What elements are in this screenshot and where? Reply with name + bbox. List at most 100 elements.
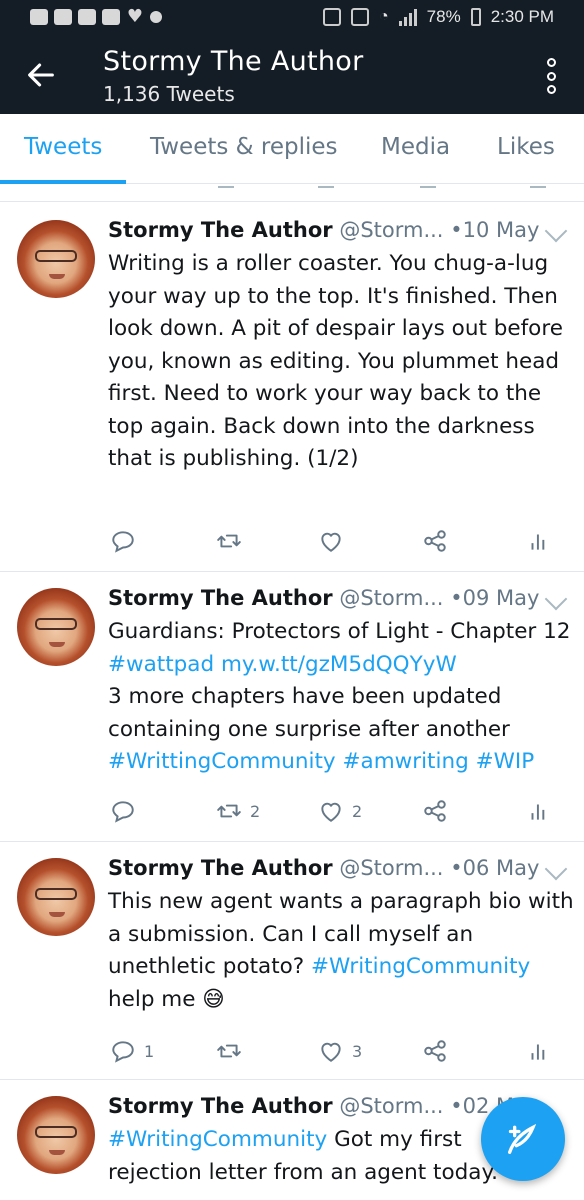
signal-icon [398, 8, 417, 26]
tweet-date-separator: • [450, 1094, 463, 1118]
retweet-icon [217, 534, 241, 548]
tweet-item[interactable]: Stormy The Author @Storm... •06 May This… [0, 842, 584, 1080]
tweet-date-separator: • [450, 586, 463, 610]
tweet-date-separator: • [450, 218, 463, 242]
author-handle: @Storm... [339, 856, 444, 880]
analytics-button[interactable] [526, 798, 552, 824]
profile-name: Stormy The Author [103, 46, 364, 77]
tweet-header: Stormy The Author @Storm... •09 May [108, 586, 539, 610]
tweet-actions: 1 3 [108, 1038, 558, 1068]
tweet-header: Stormy The Author @Storm... •10 May [108, 218, 539, 242]
author-handle: @Storm... [339, 586, 444, 610]
mail-icon [54, 9, 72, 25]
tweet-item[interactable]: Stormy The Author @Storm... •10 May Writ… [0, 203, 584, 572]
analytics-button[interactable] [526, 1038, 552, 1064]
retweet-icon [217, 804, 241, 818]
avatar[interactable] [17, 588, 95, 666]
like-button[interactable] [318, 528, 352, 554]
retweet-button[interactable] [216, 1038, 250, 1064]
mute-icon [350, 8, 369, 26]
tweet-header: Stormy The Author @Storm... •02 M [108, 1094, 514, 1118]
tweet-text: Writing is a roller coaster. You chug-a-… [108, 251, 563, 471]
reply-count: 1 [144, 1041, 155, 1061]
tweet-date: 10 May [462, 218, 540, 242]
chevron-down-icon[interactable] [544, 587, 568, 611]
status-bar: ♥ ◔ 78% 2:30 PM [0, 0, 584, 36]
analytics-icon [531, 1044, 545, 1060]
avatar[interactable] [17, 858, 95, 936]
clock: 2:30 PM [490, 7, 554, 26]
profile-header: Stormy The Author 1,136 Tweets [0, 36, 584, 114]
reply-icon [112, 801, 134, 823]
hashtag-link[interactable]: #wattpad [108, 652, 214, 677]
heart-icon [321, 532, 341, 552]
tweet-actions [108, 528, 558, 558]
tweet-actions: 2 2 [108, 798, 558, 828]
back-arrow-icon[interactable] [24, 58, 58, 92]
share-icon [424, 530, 446, 552]
reply-button[interactable] [110, 798, 144, 824]
analytics-button[interactable] [526, 528, 552, 554]
previous-tweet-actions-edge [0, 184, 584, 202]
dot-icon [150, 11, 162, 23]
avatar[interactable] [17, 220, 95, 298]
author-name: Stormy The Author [108, 218, 333, 242]
compose-tweet-icon [508, 1123, 537, 1154]
hashtag-link[interactable]: #WrittingCommunity [108, 749, 336, 774]
hashtag-link[interactable]: #WIP [476, 749, 535, 774]
share-icon [424, 800, 446, 822]
more-options-icon[interactable] [544, 58, 558, 94]
retweet-button[interactable] [216, 528, 250, 554]
app-notification-icon [30, 9, 48, 25]
hashtag-link[interactable]: #amwriting [343, 749, 469, 774]
share-icon [424, 1040, 446, 1062]
hashtag-link[interactable]: #WritingCommunity [108, 1127, 327, 1152]
nfc-icon [322, 8, 341, 26]
chevron-down-icon[interactable] [544, 857, 568, 881]
share-button[interactable] [422, 528, 448, 554]
tab-tweets-replies[interactable]: Tweets & replies [150, 134, 338, 160]
analytics-icon [531, 804, 545, 820]
like-button[interactable]: 3 [318, 1038, 362, 1064]
tweet-text: Guardians: Protectors of Light - Chapter… [108, 619, 571, 774]
wifi-icon: ◔ [378, 8, 389, 25]
battery-icon [470, 8, 481, 26]
compose-tweet-button[interactable] [481, 1097, 565, 1181]
retweet-icon [217, 1044, 241, 1058]
author-name: Stormy The Author [108, 856, 333, 880]
battery-percent: 78% [426, 7, 461, 26]
avatar[interactable] [17, 1096, 95, 1174]
author-name: Stormy The Author [108, 586, 333, 610]
tweet-header: Stormy The Author @Storm... •06 May [108, 856, 539, 880]
heart-icon [321, 802, 341, 822]
tab-likes[interactable]: Likes [497, 134, 555, 160]
gallery-icon [102, 9, 120, 25]
reply-icon [112, 531, 134, 553]
sweat-smile-emoji: 😅 [202, 986, 225, 1012]
mail-icon [78, 9, 96, 25]
heart-icon: ♥ [126, 6, 144, 27]
reply-button[interactable]: 1 [110, 1038, 154, 1064]
tab-media[interactable]: Media [381, 134, 450, 160]
tweet-date: 09 May [462, 586, 540, 610]
tweet-text: #WritingCommunity Got my first rejection… [108, 1127, 498, 1185]
notification-icons: ♥ [30, 6, 162, 27]
reply-icon [112, 1041, 134, 1063]
tab-tweets[interactable]: Tweets [24, 134, 102, 160]
share-button[interactable] [422, 798, 448, 824]
tweet-date-separator: • [450, 856, 463, 880]
analytics-icon [531, 534, 545, 550]
like-button[interactable]: 2 [318, 798, 362, 824]
heart-icon [321, 1042, 341, 1062]
chevron-down-icon[interactable] [544, 219, 568, 243]
share-button[interactable] [422, 1038, 448, 1064]
reply-button[interactable] [110, 528, 144, 554]
profile-tabs: Tweets Tweets & replies Media Likes [0, 114, 584, 184]
tweet-item[interactable]: Stormy The Author @Storm... •09 May Guar… [0, 572, 584, 842]
url-link[interactable]: my.w.tt/gzM5dQQYyW [221, 652, 457, 677]
author-handle: @Storm... [339, 218, 444, 242]
author-name: Stormy The Author [108, 1094, 333, 1118]
like-count: 2 [352, 801, 363, 821]
retweet-button[interactable]: 2 [216, 798, 260, 824]
hashtag-link[interactable]: #WritingCommunity [311, 954, 530, 979]
